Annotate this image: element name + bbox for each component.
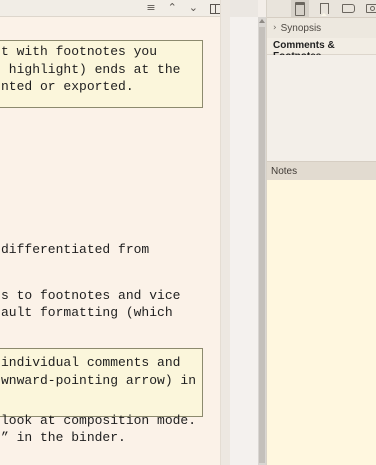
chevron-down-icon[interactable]: ⌄ [189, 0, 198, 16]
inspector-toolbar [267, 0, 376, 18]
body-text-line: s to footnotes and vice [1, 288, 181, 303]
notes-text-area[interactable] [267, 180, 376, 465]
app-window: ≡ ⌃ ⌄ t with footnotes you highlight) en… [0, 0, 376, 465]
camera-icon [366, 4, 376, 13]
editor-pane[interactable]: ≡ ⌃ ⌄ t with footnotes you highlight) en… [0, 0, 220, 465]
editor-toolbar-icons: ≡ ⌃ ⌄ [146, 0, 220, 16]
body-text-line: differentiated from [1, 242, 150, 257]
chevron-up-icon[interactable]: ⌃ [168, 0, 177, 16]
scroll-up-arrow-icon[interactable] [259, 19, 265, 23]
notes-tab-button[interactable] [291, 0, 309, 17]
comments-tab-row: Comments & Footnotes [267, 38, 376, 62]
bookmark-icon [319, 3, 329, 16]
snapshots-tab-button[interactable] [363, 0, 376, 17]
annotation-line: nted or exported. [1, 79, 134, 94]
menu-icon[interactable]: ≡ [146, 0, 155, 16]
bookmarks-tab-button[interactable] [315, 0, 333, 17]
metadata-tab-button[interactable] [339, 0, 357, 17]
notepad-icon [295, 1, 305, 16]
body-text-line: ” in the binder. [1, 430, 126, 445]
annotation-line: highlight) ends at the [1, 61, 181, 77]
annotation-line: wnward-pointing arrow) in [1, 372, 197, 388]
body-text-line: look at composition mode. [1, 413, 197, 428]
split-view-icon[interactable] [210, 4, 220, 14]
editor-header-bar: ≡ ⌃ ⌄ [0, 0, 220, 17]
inline-annotation-box[interactable]: t with footnotes you highlight) ends at … [0, 40, 203, 108]
inspector-scrollbar[interactable] [258, 17, 266, 465]
annotation-line: individual comments and [1, 355, 181, 370]
pane-gutter [230, 17, 258, 465]
inline-annotation-box[interactable]: individual comments and wnward-pointing … [0, 348, 203, 417]
scrollbar-thumb[interactable] [259, 27, 265, 463]
inspector-panel: › Synopsis Comments & Footnotes Notes [266, 0, 376, 465]
annotation-line: t with footnotes you [1, 44, 158, 59]
synopsis-label: Synopsis [280, 22, 322, 34]
body-text-line: ault formatting (which [1, 305, 173, 320]
chevron-right-icon[interactable]: › [273, 23, 277, 33]
notes-label: Notes [271, 165, 298, 177]
tag-icon [341, 4, 355, 13]
comments-list-area[interactable] [267, 55, 376, 161]
notes-section-header[interactable]: Notes [267, 161, 376, 181]
synopsis-section-header[interactable]: › Synopsis [267, 18, 376, 38]
